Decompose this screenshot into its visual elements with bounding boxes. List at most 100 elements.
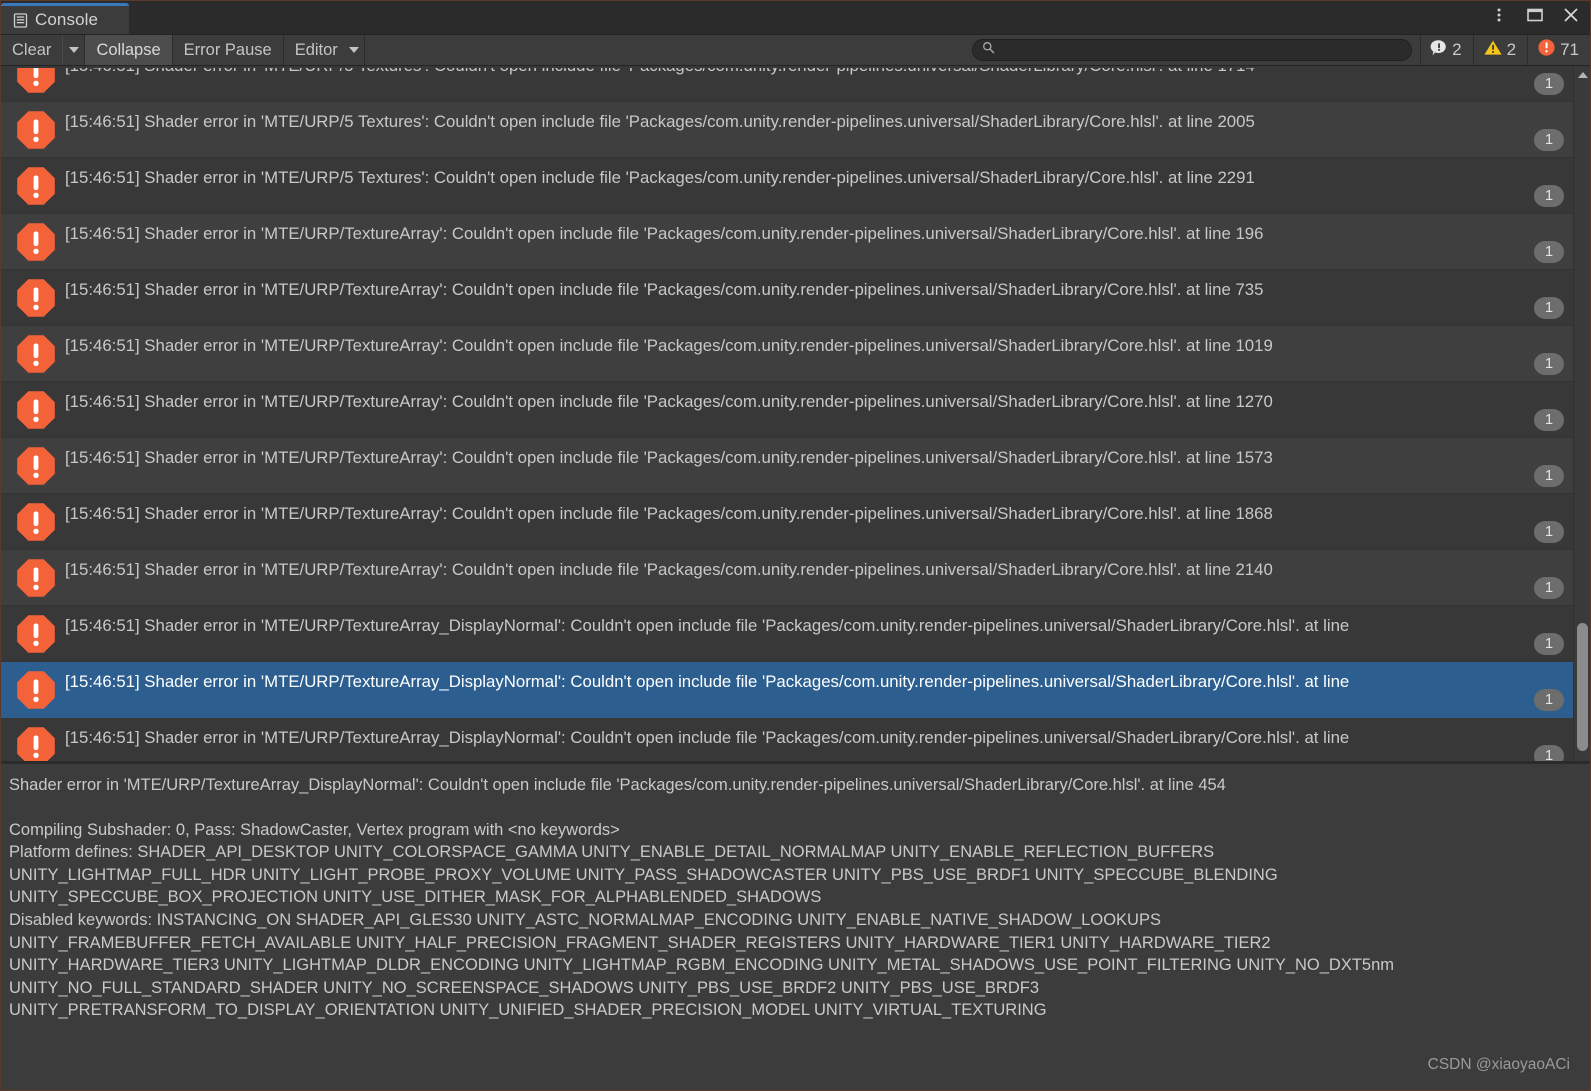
chevron-down-icon: [68, 47, 79, 53]
warning-counter[interactable]: 2: [1472, 35, 1527, 65]
log-row[interactable]: [15:46:51] Shader error in 'MTE/URP/Text…: [1, 326, 1590, 382]
error-icon: [15, 669, 57, 711]
log-row[interactable]: [15:46:51] Shader error in 'MTE/URP/Text…: [1, 550, 1590, 606]
chevron-down-icon: [348, 47, 359, 53]
kebab-menu-icon[interactable]: [1488, 4, 1510, 26]
error-icon: [1537, 38, 1556, 62]
collapse-toggle[interactable]: Collapse: [85, 35, 173, 65]
error-icon: [15, 725, 57, 761]
log-row-count-badge: 1: [1534, 129, 1564, 151]
log-row-message: [15:46:51] Shader error in 'MTE/URP/Text…: [65, 391, 1273, 411]
detail-line: UNITY_SPECCUBE_BOX_PROJECTION UNITY_USE_…: [9, 888, 822, 907]
error-counter[interactable]: 71: [1527, 35, 1590, 65]
log-row-count-badge: 1: [1534, 689, 1564, 711]
console-icon: [13, 12, 28, 28]
clear-button[interactable]: Clear: [1, 35, 62, 65]
log-row-count-badge: 1: [1534, 73, 1564, 95]
warning-count: 2: [1506, 40, 1517, 59]
editor-dropdown-label[interactable]: Editor: [284, 35, 344, 65]
log-row[interactable]: [15:46:51] Shader error in 'MTE/URP/Text…: [1, 438, 1590, 494]
error-count: 71: [1560, 40, 1579, 59]
info-count: 2: [1452, 40, 1462, 59]
error-pause-toggle[interactable]: Error Pause: [173, 35, 284, 65]
error-icon: [15, 389, 57, 431]
log-row-count-badge: 1: [1534, 353, 1564, 375]
tab-console-label: Console: [35, 10, 99, 29]
log-row[interactable]: [15:46:51] Shader error in 'MTE/URP/Text…: [1, 494, 1590, 550]
log-row[interactable]: [15:46:51] Shader error in 'MTE/URP/5 Te…: [1, 68, 1590, 102]
error-icon: [15, 165, 57, 207]
error-icon: [15, 333, 57, 375]
log-row-count-badge: 1: [1534, 465, 1564, 487]
log-row-count-badge: 1: [1534, 241, 1564, 263]
log-row-message: [15:46:51] Shader error in 'MTE/URP/Text…: [65, 559, 1273, 579]
log-row[interactable]: [15:46:51] Shader error in 'MTE/URP/Text…: [1, 270, 1590, 326]
info-icon: [1430, 39, 1448, 62]
log-row-message: [15:46:51] Shader error in 'MTE/URP/5 Te…: [65, 111, 1255, 131]
detail-line: Disabled keywords: INSTANCING_ON SHADER_…: [9, 910, 1161, 929]
log-row[interactable]: [15:46:51] Shader error in 'MTE/URP/5 Te…: [1, 158, 1590, 214]
log-row-message: [15:46:51] Shader error in 'MTE/URP/Text…: [65, 503, 1273, 523]
error-icon: [15, 277, 57, 319]
log-row-message: [15:46:51] Shader error in 'MTE/URP/5 Te…: [65, 167, 1255, 187]
log-row-message: [15:46:51] Shader error in 'MTE/URP/5 Te…: [65, 68, 1255, 76]
log-counters: 2 2 71: [1420, 35, 1590, 65]
scroll-up-arrow-icon[interactable]: [1578, 72, 1588, 78]
detail-line: UNITY_NO_FULL_STANDARD_SHADER UNITY_NO_S…: [9, 978, 1039, 997]
error-icon: [15, 501, 57, 543]
log-row-message: [15:46:51] Shader error in 'MTE/URP/Text…: [65, 279, 1264, 299]
log-row-count-badge: 1: [1534, 185, 1564, 207]
log-row-message: [15:46:51] Shader error in 'MTE/URP/Text…: [65, 335, 1273, 355]
warning-icon: [1483, 39, 1503, 62]
log-row-count-badge: 1: [1534, 521, 1564, 543]
error-icon: [15, 109, 57, 151]
log-row-message: [15:46:51] Shader error in 'MTE/URP/Text…: [65, 727, 1350, 747]
log-row-message: [15:46:51] Shader error in 'MTE/URP/Text…: [65, 615, 1350, 635]
log-row[interactable]: [15:46:51] Shader error in 'MTE/URP/Text…: [1, 662, 1590, 718]
log-row[interactable]: [15:46:51] Shader error in 'MTE/URP/Text…: [1, 718, 1590, 761]
window-controls: [1488, 4, 1582, 26]
log-row-message: [15:46:51] Shader error in 'MTE/URP/Text…: [65, 671, 1350, 691]
editor-dropdown-button[interactable]: [344, 35, 364, 65]
clear-button-group[interactable]: Clear: [1, 35, 86, 65]
log-rows-container: [15:46:51] Shader error in 'MTE/URP/5 Te…: [1, 68, 1590, 761]
log-detail-panel[interactable]: Shader error in 'MTE/URP/TextureArray_Di…: [1, 764, 1590, 1090]
close-icon[interactable]: [1560, 4, 1582, 26]
error-icon: [15, 613, 57, 655]
search-icon: [982, 41, 995, 59]
window-titlebar: Console: [1, 1, 1590, 34]
maximize-icon[interactable]: [1524, 4, 1546, 26]
log-row-count-badge: 1: [1534, 577, 1564, 599]
log-row-count-badge: 1: [1534, 745, 1564, 761]
console-window: Console Clear Collapse Error Pause Edito…: [0, 0, 1591, 1091]
log-row-count-badge: 1: [1534, 297, 1564, 319]
scrollbar-thumb[interactable]: [1577, 623, 1588, 751]
error-icon: [15, 221, 57, 263]
console-toolbar: Clear Collapse Error Pause Editor 2 2 71: [1, 34, 1590, 66]
error-icon: [15, 557, 57, 599]
log-row-message: [15:46:51] Shader error in 'MTE/URP/Text…: [65, 447, 1273, 467]
tab-console[interactable]: Console: [1, 3, 129, 34]
detail-line: UNITY_HARDWARE_TIER3 UNITY_LIGHTMAP_DLDR…: [9, 956, 1395, 975]
log-row[interactable]: [15:46:51] Shader error in 'MTE/URP/Text…: [1, 382, 1590, 438]
search-container: [964, 35, 1420, 65]
log-row-count-badge: 1: [1534, 409, 1564, 431]
detail-line: Platform defines: SHADER_API_DESKTOP UNI…: [9, 843, 1215, 862]
log-list-scrollbar[interactable]: [1573, 68, 1590, 761]
search-field[interactable]: [972, 39, 1413, 61]
info-counter[interactable]: 2: [1420, 35, 1472, 65]
error-icon: [15, 68, 57, 95]
detail-line: UNITY_LIGHTMAP_FULL_HDR UNITY_LIGHT_PROB…: [9, 865, 1278, 884]
log-row[interactable]: [15:46:51] Shader error in 'MTE/URP/Text…: [1, 214, 1590, 270]
search-input[interactable]: [1001, 42, 1403, 58]
editor-dropdown-group[interactable]: Editor: [284, 35, 365, 65]
log-row[interactable]: [15:46:51] Shader error in 'MTE/URP/5 Te…: [1, 102, 1590, 158]
detail-line: UNITY_FRAMEBUFFER_FETCH_AVAILABLE UNITY_…: [9, 933, 1271, 952]
log-row[interactable]: [15:46:51] Shader error in 'MTE/URP/Text…: [1, 606, 1590, 662]
detail-line: UNITY_PRETRANSFORM_TO_DISPLAY_ORIENTATIO…: [9, 1001, 1047, 1020]
detail-line: Shader error in 'MTE/URP/TextureArray_Di…: [9, 776, 1226, 794]
clear-dropdown-button[interactable]: [62, 35, 84, 65]
detail-line: Compiling Subshader: 0, Pass: ShadowCast…: [9, 820, 620, 839]
log-list[interactable]: [15:46:51] Shader error in 'MTE/URP/5 Te…: [1, 68, 1590, 761]
